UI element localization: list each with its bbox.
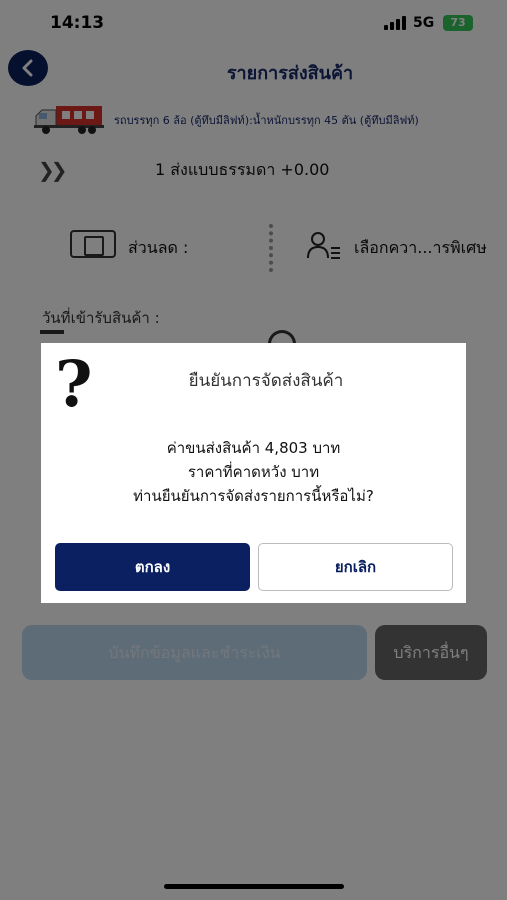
dialog-title: ยืนยันการจัดส่งสินค้า [188,371,344,391]
home-indicator[interactable] [164,884,344,889]
confirm-dialog: ? ยืนยันการจัดส่งสินค้า ค่าขนส่งสินค้า 4… [41,343,466,603]
dialog-expected-price-line: ราคาที่คาดหวัง บาท [187,463,320,481]
dialog-question-line: ท่านยืนยันการจัดส่งรายการนี้หรือไม่? [133,487,374,505]
question-icon: ? [55,347,93,422]
dialog-cost-line: ค่าขนส่งสินค้า 4,803 บาท [166,439,341,457]
ok-button[interactable]: ตกลง [55,543,250,591]
cancel-button[interactable]: ยกเลิก [258,543,453,591]
